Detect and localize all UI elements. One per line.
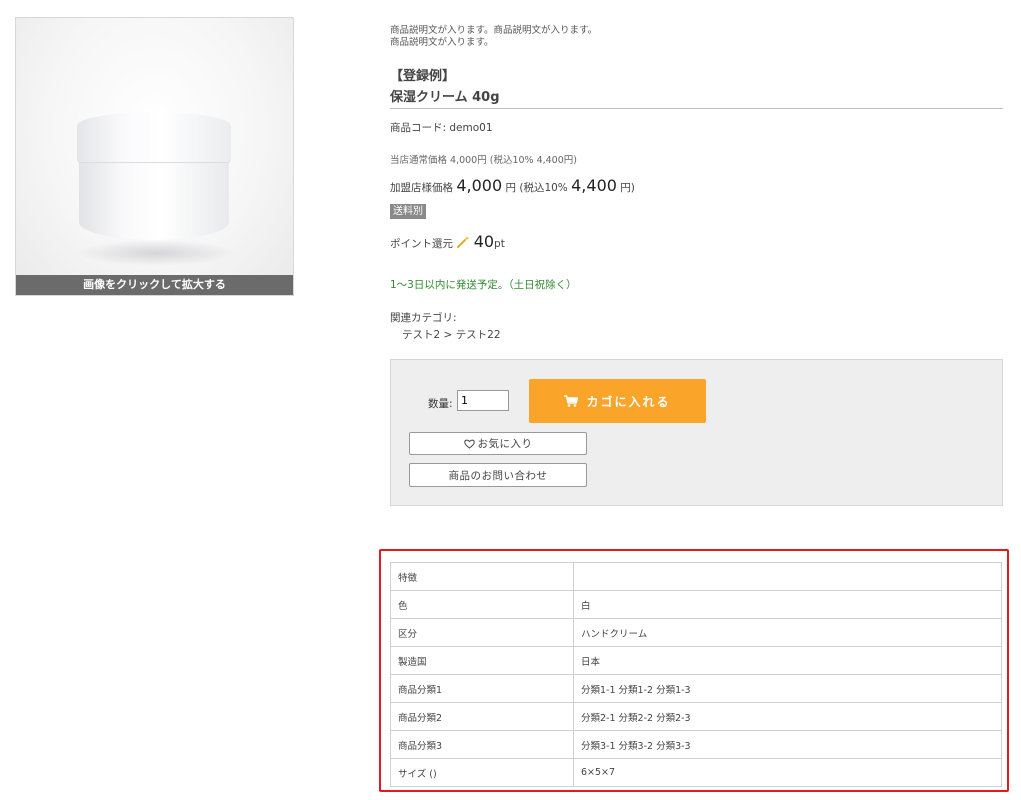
inquiry-button[interactable]: 商品のお問い合わせ: [409, 463, 587, 487]
spec-row: 製造国 日本: [390, 646, 1002, 675]
favorite-label: お気に入り: [477, 438, 533, 450]
product-description: 商品説明文が入ります。商品説明文が入ります。 商品説明文が入ります。: [390, 25, 990, 49]
spec-row: 商品分類1 分類1-1 分類1-2 分類1-3: [390, 674, 1002, 703]
jar-lid: [77, 112, 231, 163]
points-unit: pt: [494, 238, 505, 250]
spec-key: 色: [390, 590, 574, 619]
spec-key: 商品分類1: [390, 674, 574, 703]
category-separator: >: [443, 329, 453, 341]
product-image[interactable]: 画像をクリックして拡大する: [15, 17, 294, 296]
tax-suffix: 円): [620, 182, 635, 194]
product-code-label: 商品コード:: [390, 122, 447, 134]
category-breadcrumb: テスト2 > テスト22: [402, 327, 501, 342]
image-zoom-caption[interactable]: 画像をクリックして拡大する: [16, 275, 293, 295]
spec-key: 特徴: [390, 562, 574, 591]
points-row: ポイント還元 40pt: [390, 232, 505, 251]
heart-icon: [463, 439, 475, 449]
member-price: 加盟店様価格 4,000 円 (税込10% 4,400 円): [390, 176, 635, 195]
spec-key: 製造国: [390, 646, 574, 675]
add-to-cart-label: カゴに入れる: [586, 394, 671, 409]
spec-value: [573, 562, 1002, 591]
spec-key: 商品分類2: [390, 702, 574, 731]
category-label: 関連カテゴリ:: [390, 312, 457, 324]
spec-value: 6×5×7: [573, 758, 1002, 787]
member-price-label: 加盟店様価格: [390, 182, 453, 194]
magic-wand-icon: [457, 236, 470, 248]
category-link[interactable]: テスト2: [402, 329, 440, 341]
spec-key: サイズ (): [390, 758, 574, 787]
tax-price-value: 4,400: [571, 176, 617, 195]
shopping-cart-icon: [564, 395, 579, 407]
spec-value: 分類1-1 分類1-2 分類1-3: [573, 674, 1002, 703]
spec-value: 日本: [573, 646, 1002, 675]
regular-price: 当店通常価格 4,000円 (税込10% 4,400円): [390, 155, 577, 166]
spec-row: 商品分類2 分類2-1 分類2-2 分類2-3: [390, 702, 1002, 731]
product-code: 商品コード: demo01: [390, 120, 493, 135]
points-value: 40: [473, 232, 495, 251]
description-line: 商品説明文が入ります。商品説明文が入ります。: [390, 25, 598, 36]
spec-table: 特徴色白区分 ハンドクリーム 製造国 日本 商品分類1 分類1-1 分類1-2 分類1-3…: [390, 562, 1002, 787]
spec-key: 区分: [390, 618, 574, 647]
spec-key: 商品分類3: [390, 730, 574, 759]
product-title: 保湿クリーム 40g: [390, 90, 500, 105]
spec-value: 分類3-1 分類3-2 分類3-3: [573, 730, 1002, 759]
spec-value: 分類2-1 分類2-2 分類2-3: [573, 702, 1002, 731]
spec-row: 区分 ハンドクリーム: [390, 618, 1002, 647]
points-label: ポイント還元: [390, 238, 453, 250]
description-line: 商品説明文が入ります。: [390, 37, 494, 48]
yen-unit: 円: [505, 182, 517, 194]
tax-label: (税込10%: [519, 182, 568, 194]
spec-row: サイズ () 6×5×7: [390, 758, 1002, 787]
spec-row: 商品分類3 分類3-1 分類3-2 分類3-3: [390, 730, 1002, 759]
product-code-value: demo01: [449, 122, 493, 134]
product-title-tag: 【登録例】: [390, 69, 456, 84]
quantity-input[interactable]: [457, 390, 509, 411]
quantity-label: 数量:: [428, 398, 453, 410]
spec-row: 特徴: [390, 562, 1002, 591]
spec-value: 白: [573, 590, 1002, 619]
add-to-cart-button[interactable]: カゴに入れる: [529, 379, 706, 423]
jar-shadow: [76, 240, 236, 266]
jar-body: [79, 158, 229, 240]
shipping-badge: 送料別: [390, 204, 426, 219]
category-link[interactable]: テスト22: [456, 329, 501, 341]
divider: [390, 108, 1003, 109]
spec-row: 色白: [390, 590, 1002, 619]
shipping-note: 1～3日以内に発送予定。（土日祝除く）: [390, 279, 577, 291]
spec-value: ハンドクリーム: [573, 618, 1002, 647]
favorite-button[interactable]: お気に入り: [409, 432, 587, 455]
member-price-value: 4,000: [456, 176, 503, 195]
